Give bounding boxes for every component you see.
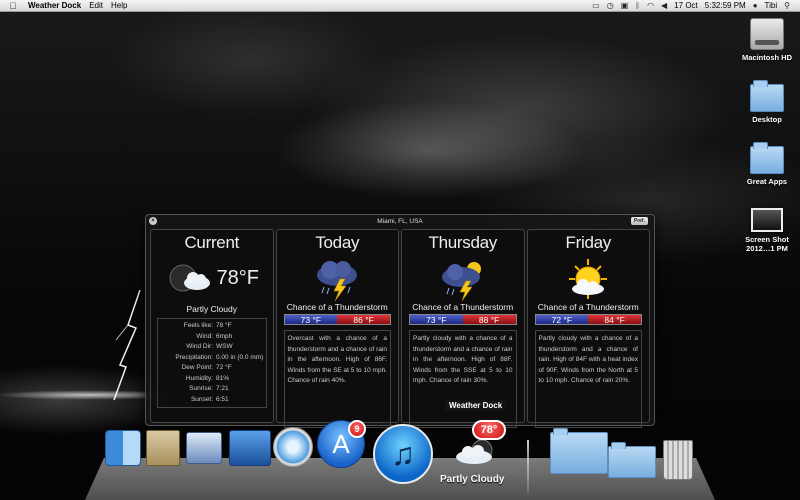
- desktop-icon-great-apps[interactable]: Great Apps: [732, 142, 800, 186]
- wifi-icon[interactable]: ◠: [647, 1, 654, 10]
- detail-row: Dew Point: 72 °F: [181, 364, 232, 371]
- forecast-description: Overcast with a chance of a thunderstorm…: [283, 330, 391, 428]
- menubar-time[interactable]: 5:32:59 PM: [705, 1, 746, 10]
- menu-bar:  Weather Dock Edit Help ▭ ◷ ▣ ᛒ ◠ ◀ 17 …: [0, 0, 800, 12]
- user-icon: ●: [752, 1, 758, 10]
- low-temperature: 73 °F: [410, 315, 463, 325]
- current-title: Current: [184, 233, 240, 252]
- safari-icon[interactable]: [273, 427, 313, 467]
- menu-app-name[interactable]: Weather Dock: [28, 1, 81, 10]
- forecast-condition: Chance of a Thunderstorm: [537, 302, 639, 312]
- thunderstorm-icon: [441, 262, 481, 301]
- mail-icon[interactable]: [146, 430, 180, 466]
- current-details: Feels like: 78 °F Wind: 6mph Wind Dir: WSW …: [157, 318, 267, 408]
- xcode-icon[interactable]: [186, 432, 222, 464]
- folder-icon: [750, 142, 784, 174]
- partly-sunny-icon: [569, 259, 608, 299]
- dock-separator: [527, 440, 529, 494]
- lightning-bolt-image: [113, 290, 141, 400]
- detail-row: Sunset: 6:51: [190, 395, 229, 403]
- location-label: Miami, FL, USA: [377, 217, 423, 225]
- forecast-temps: 73 °F 86 °F: [283, 314, 391, 325]
- forecast-day: Thursday: [428, 233, 498, 252]
- app-icon[interactable]: [229, 430, 271, 466]
- partly-cloudy-night-icon: [169, 264, 210, 292]
- panel-titlebar: × Miami, FL, USA Pref.: [146, 215, 654, 227]
- thunderstorm-icon: [317, 261, 358, 301]
- current-temperature: 78°F: [216, 266, 259, 289]
- desktop-icon-desktop[interactable]: Desktop: [732, 80, 800, 124]
- forecast-condition: Chance of a Thunderstorm: [286, 302, 388, 312]
- weather-temp-badge: 78°: [472, 420, 506, 440]
- finder-icon[interactable]: [105, 430, 141, 466]
- detail-row: Wind: 6mph: [196, 332, 233, 340]
- spotlight-icon[interactable]: ⚲: [784, 1, 790, 10]
- detail-row: Humidity: 81%: [185, 374, 230, 382]
- volume-icon[interactable]: ◀: [661, 1, 667, 10]
- app-store-badge: 9: [348, 420, 366, 438]
- desktop-icon-macintosh-hd[interactable]: Macintosh HD: [732, 18, 800, 62]
- detail-row: Wind Dir: WSW: [186, 343, 233, 350]
- weather-panel: × Miami, FL, USA Pref. Current 78°F Part…: [145, 214, 655, 428]
- forecast-condition: Chance of a Thunderstorm: [412, 302, 514, 312]
- weather-dock-icon[interactable]: [452, 438, 502, 466]
- airplay-icon[interactable]: ▣: [621, 1, 629, 10]
- desktop-icon-label: Great Apps: [746, 177, 788, 186]
- desktop-icon-label: Screen Shot 2012…1 PM: [745, 235, 789, 253]
- applications-stack-icon[interactable]: [608, 442, 656, 478]
- bluetooth-icon[interactable]: ᛒ: [635, 1, 640, 10]
- low-temperature: 73 °F: [284, 315, 338, 325]
- menu-edit[interactable]: Edit: [89, 1, 103, 10]
- forecast-day: Today: [315, 233, 360, 252]
- preferences-button[interactable]: Pref.: [630, 217, 648, 225]
- weather-dock-label: Partly Cloudy: [440, 474, 505, 485]
- trash-icon[interactable]: [663, 440, 693, 480]
- app-menulet-icon[interactable]: ▭: [592, 1, 600, 10]
- low-temperature: 72 °F: [535, 315, 589, 325]
- hard-drive-icon: [750, 18, 784, 50]
- desktop-icon-screen-shot[interactable]: Screen Shot 2012…1 PM: [732, 208, 800, 253]
- forecast-description: Partly cloudy with a chance of a thunder…: [534, 330, 642, 428]
- current-conditions-column: Current 78°F Partly Cloudy Feels like: 78…: [150, 229, 274, 423]
- documents-stack-icon[interactable]: [550, 428, 608, 474]
- menu-help[interactable]: Help: [111, 1, 127, 10]
- desktop-icon-label: Macintosh HD: [741, 53, 792, 62]
- apple-menu-icon[interactable]: : [4, 1, 22, 11]
- menu-extras: ▭ ◷ ▣ ᛒ ◠ ◀ 17 Oct 5:32:59 PM ● Tibi ⚲: [592, 1, 800, 10]
- forecast-column-friday: Friday Chance of a Thunderstorm 72 °F 84…: [526, 229, 650, 428]
- detail-row: Precipitation: 0.00 in (0.0 mm): [175, 353, 264, 361]
- forecast-temps: 73 °F 88 °F: [409, 314, 517, 325]
- desktop-icon-label: Desktop: [752, 115, 782, 124]
- high-temperature: 84 °F: [588, 315, 641, 325]
- high-temperature: 88 °F: [462, 315, 516, 325]
- detail-row: Feels like: 78 °F: [183, 322, 232, 329]
- timer-icon[interactable]: ◷: [607, 1, 614, 10]
- dock-tooltip: Weather Dock: [445, 400, 507, 411]
- current-condition: Partly Cloudy: [186, 304, 238, 314]
- forecast-description: Partly cloudy with a chance of a thunder…: [409, 330, 517, 428]
- itunes-icon[interactable]: ♫: [373, 424, 433, 484]
- menubar-user[interactable]: Tibi: [765, 1, 778, 10]
- close-button[interactable]: ×: [149, 217, 157, 225]
- forecast-column-thursday: Thursday Chance of a Thunderstorm 73 °F …: [401, 229, 525, 428]
- forecast-day: Friday: [565, 233, 612, 252]
- menubar-date[interactable]: 17 Oct: [674, 1, 698, 10]
- high-temperature: 86 °F: [337, 315, 390, 325]
- detail-row: Sunrise: 7:21: [189, 385, 229, 392]
- screenshot-icon: [751, 208, 783, 232]
- forecast-column-today: Today Chance of a Thunderstorm 73 °F 86 …: [275, 229, 399, 428]
- forecast-temps: 72 °F 84 °F: [534, 314, 642, 325]
- folder-icon: [750, 80, 784, 112]
